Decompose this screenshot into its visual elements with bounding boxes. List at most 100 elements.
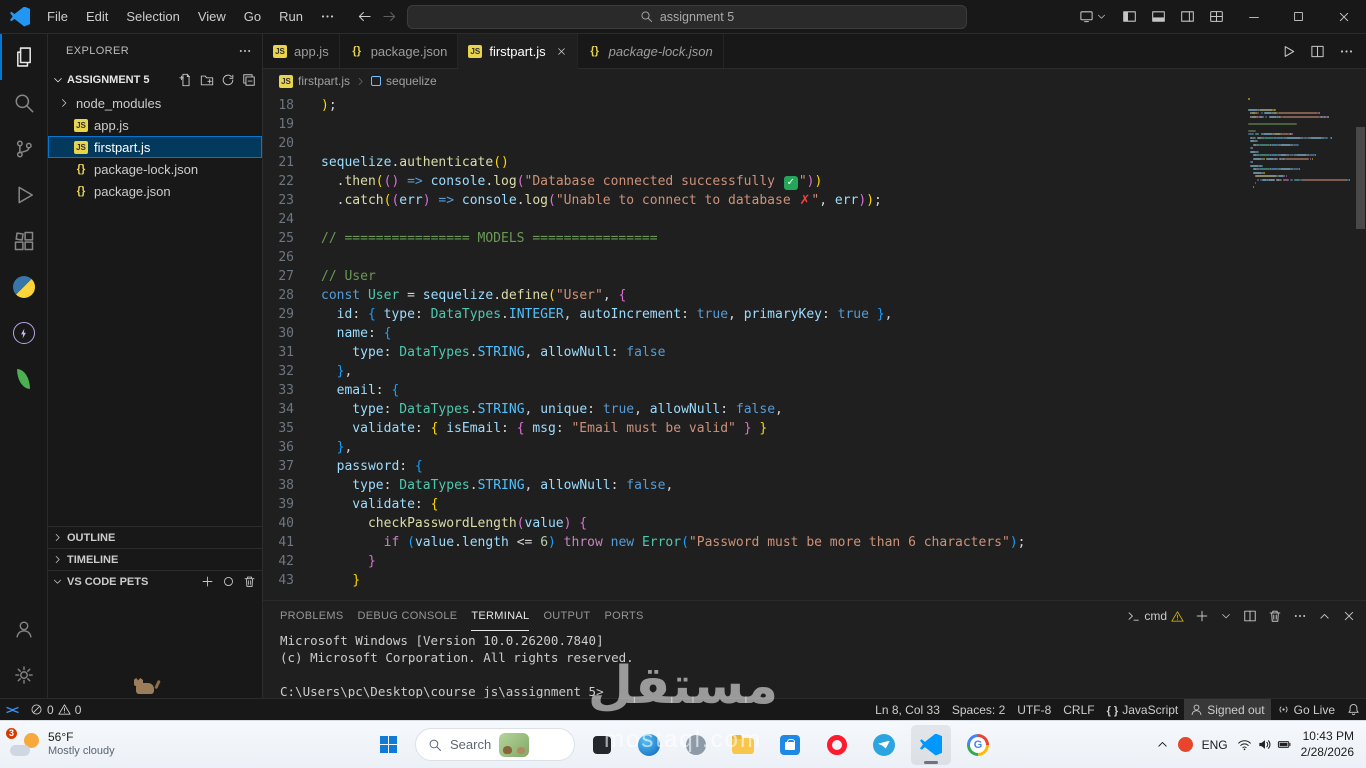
minimap[interactable]	[1246, 93, 1354, 600]
file-item-package.json[interactable]: {} package.json	[48, 180, 262, 202]
tray-chevron-up-icon[interactable]	[1156, 738, 1169, 751]
scrollbar-thumb[interactable]	[1356, 127, 1365, 229]
new-folder-button[interactable]	[200, 73, 214, 87]
activity-source-control-icon[interactable]	[0, 126, 47, 172]
activity-run-debug-icon[interactable]	[0, 172, 47, 218]
editor-more-button[interactable]	[1339, 44, 1354, 59]
taskbar-app-file-explorer[interactable]	[723, 725, 763, 765]
pets-panel[interactable]	[48, 592, 262, 698]
start-button[interactable]	[368, 725, 408, 765]
section-vs-code-pets[interactable]: VS CODE PETS	[48, 570, 262, 592]
taskbar-app-vscode[interactable]	[911, 724, 951, 765]
status-signed-out[interactable]: Signed out	[1184, 699, 1271, 720]
session-toggle-button[interactable]	[1071, 9, 1115, 24]
menu-overflow-button[interactable]	[312, 9, 343, 24]
code-editor[interactable]: 18); 19 20 21 sequelize.authenticate() 22 .th…	[263, 93, 1246, 600]
window-maximize-button[interactable]	[1276, 0, 1321, 33]
editor-tab-app.js[interactable]: JS app.js	[263, 34, 340, 68]
activity-python-icon[interactable]	[0, 264, 47, 310]
close-tab-icon[interactable]	[556, 46, 567, 57]
menu-item-selection[interactable]: Selection	[117, 0, 188, 33]
maximize-panel-button[interactable]	[1318, 610, 1331, 623]
file-item-package-lock.json[interactable]: {} package-lock.json	[48, 158, 262, 180]
pets-remove-button[interactable]	[243, 575, 256, 588]
back-arrow-icon[interactable]	[357, 9, 372, 24]
panel-tab-debug-console[interactable]: DEBUG CONSOLE	[358, 601, 458, 631]
search-highlight-graphic[interactable]	[499, 732, 530, 757]
taskbar-app-telegram[interactable]	[864, 725, 904, 765]
activity-account-icon[interactable]	[0, 606, 47, 652]
customize-layout-button[interactable]	[1202, 0, 1231, 33]
collapse-all-button[interactable]	[242, 73, 256, 87]
problems-status[interactable]: 0 0	[24, 699, 87, 720]
breadcrumb-item-sequelize[interactable]: sequelize	[371, 74, 437, 88]
panel-tab-ports[interactable]: PORTS	[604, 601, 643, 631]
taskbar-app-opera[interactable]	[817, 725, 857, 765]
activity-search-icon[interactable]	[0, 80, 47, 126]
section-timeline[interactable]: TIMELINE	[48, 548, 262, 570]
tray-app-icon[interactable]	[1177, 737, 1193, 752]
forward-arrow-icon[interactable]	[382, 9, 397, 24]
taskbar-app-edge[interactable]	[629, 725, 669, 765]
file-item-firstpart.js[interactable]: JS firstpart.js	[48, 136, 262, 158]
activity-settings-icon[interactable]	[0, 652, 47, 698]
editor-tab-firstpart.js[interactable]: JS firstpart.js	[458, 34, 578, 69]
section-outline[interactable]: OUTLINE	[48, 526, 262, 548]
window-minimize-button[interactable]	[1231, 0, 1276, 33]
status-cursor-position[interactable]: Ln 8, Col 33	[869, 699, 946, 720]
file-item-node_modules[interactable]: node_modules	[48, 92, 262, 114]
status-notifications[interactable]	[1341, 699, 1366, 720]
split-terminal-button[interactable]	[1243, 609, 1257, 623]
refresh-button[interactable]	[221, 73, 235, 87]
input-language[interactable]: ENG	[1202, 738, 1228, 752]
breadcrumb-item-firstpart.js[interactable]: JS firstpart.js	[279, 74, 350, 88]
new-terminal-button[interactable]	[1195, 609, 1209, 623]
clock[interactable]: 10:43 PM 2/28/2026	[1301, 729, 1354, 760]
panel-tab-output[interactable]: OUTPUT	[543, 601, 590, 631]
sidebar-more-button[interactable]	[238, 44, 252, 58]
editor-tab-package.json[interactable]: {} package.json	[340, 34, 459, 68]
menu-item-go[interactable]: Go	[235, 0, 270, 33]
menu-item-run[interactable]: Run	[270, 0, 312, 33]
taskbar-app-gray-app[interactable]	[676, 725, 716, 765]
toggle-panel-button[interactable]	[1144, 0, 1173, 33]
pet-cat-sprite[interactable]	[136, 683, 154, 694]
close-panel-button[interactable]	[1342, 609, 1356, 623]
panel-tab-terminal[interactable]: TERMINAL	[471, 601, 530, 631]
editor-tab-package-lock.json[interactable]: {} package-lock.json	[578, 34, 724, 68]
status-go-live[interactable]: Go Live	[1271, 699, 1341, 720]
split-editor-button[interactable]	[1310, 44, 1325, 59]
activity-extensions-icon[interactable]	[0, 218, 47, 264]
activity-thunder-client-icon[interactable]	[0, 310, 47, 356]
status-eol[interactable]: CRLF	[1057, 699, 1100, 720]
taskbar-app-dark-app[interactable]	[582, 725, 622, 765]
terminal-dropdown-button[interactable]	[1220, 610, 1232, 622]
status-encoding[interactable]: UTF-8	[1011, 699, 1057, 720]
status-indentation[interactable]: Spaces: 2	[946, 699, 1011, 720]
menu-item-view[interactable]: View	[189, 0, 235, 33]
weather-widget[interactable]: 3 56°F Mostly cloudy	[0, 721, 125, 768]
command-center-search[interactable]: assignment 5	[407, 4, 967, 29]
terminal-more-button[interactable]	[1293, 609, 1307, 623]
toggle-secondary-sidebar-button[interactable]	[1173, 0, 1202, 33]
remote-indicator[interactable]: ><	[0, 699, 24, 720]
run-file-button[interactable]	[1281, 44, 1296, 59]
pets-add-button[interactable]	[201, 575, 214, 588]
window-close-button[interactable]	[1321, 0, 1366, 33]
taskbar-search[interactable]: Search	[415, 728, 575, 761]
terminal-output[interactable]: Microsoft Windows [Version 10.0.26200.78…	[263, 631, 1366, 700]
tray-status-icons[interactable]	[1237, 737, 1292, 752]
file-item-app.js[interactable]: JS app.js	[48, 114, 262, 136]
activity-mongodb-icon[interactable]	[0, 356, 47, 402]
terminal-shell-chip[interactable]: cmd	[1127, 609, 1184, 623]
pets-ball-button[interactable]	[222, 575, 235, 588]
menu-item-edit[interactable]: Edit	[77, 0, 117, 33]
menu-item-file[interactable]: File	[38, 0, 77, 33]
taskbar-app-microsoft-store[interactable]	[770, 725, 810, 765]
breadcrumb[interactable]: JS firstpart.js sequelize	[263, 69, 1366, 93]
kill-terminal-button[interactable]	[1268, 609, 1282, 623]
toggle-primary-sidebar-button[interactable]	[1115, 0, 1144, 33]
project-section-header[interactable]: ASSIGNMENT 5	[48, 68, 262, 92]
activity-explorer-icon[interactable]	[0, 34, 47, 80]
panel-tab-problems[interactable]: PROBLEMS	[280, 601, 344, 631]
